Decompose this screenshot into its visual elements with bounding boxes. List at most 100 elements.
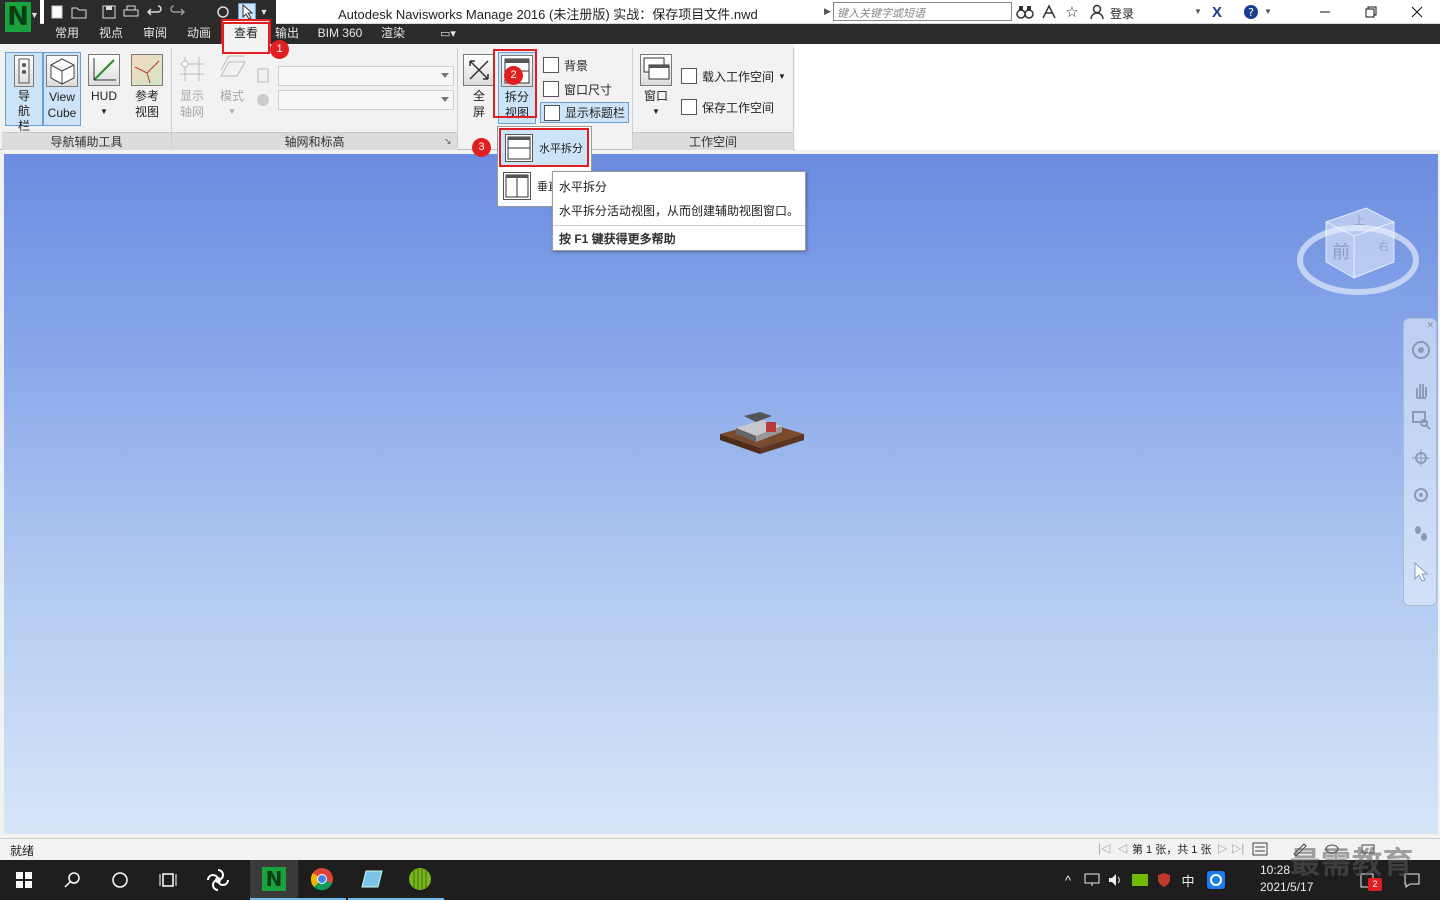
windows-button[interactable]: 窗口 ▼	[637, 52, 675, 128]
task-view-icon[interactable]	[144, 860, 192, 900]
tooltip-title: 水平拆分	[559, 180, 608, 194]
notepad-app-icon[interactable]	[348, 860, 396, 900]
redo-icon[interactable]	[168, 3, 186, 21]
viewcube-right-face[interactable]: 右	[1378, 238, 1389, 254]
tab-bim360[interactable]: BIM 360	[312, 24, 368, 44]
steering-wheel-icon[interactable]	[1410, 339, 1432, 361]
walk-icon[interactable]	[1410, 523, 1432, 545]
new-file-icon[interactable]	[48, 3, 66, 21]
orbit-icon[interactable]	[1410, 447, 1432, 469]
windows-label: 窗口	[643, 89, 668, 103]
network-icon[interactable]	[1082, 871, 1102, 889]
load-workspace-button[interactable]: 载入工作空间 ▼	[681, 65, 786, 87]
clock-date[interactable]: 2021/5/17	[1260, 880, 1313, 894]
tab-review[interactable]: 审阅	[136, 24, 174, 44]
prev-sheet-icon[interactable]: ◁	[1118, 841, 1127, 855]
last-sheet-icon[interactable]: ▷|	[1232, 841, 1244, 855]
favorites-star-icon[interactable]: ☆	[1063, 3, 1081, 21]
viewcube-toggle[interactable]: View Cube	[43, 52, 81, 126]
app-menu-button[interactable]: N ▼	[0, 0, 40, 42]
volume-icon[interactable]	[1106, 871, 1126, 889]
tab-viewpoint[interactable]: 视点	[92, 24, 130, 44]
ribbon-options-icon[interactable]: ▭▾	[434, 24, 462, 44]
grid-file-icon	[255, 68, 271, 87]
zoom-window-icon[interactable]	[1410, 409, 1432, 431]
tab-render[interactable]: 渲染	[374, 24, 412, 44]
viewcube-top-face[interactable]: 上	[1354, 212, 1365, 228]
subscription-icon[interactable]	[1040, 3, 1058, 21]
grid-mode-button: 模式 ▼	[213, 52, 251, 128]
panel-launcher-icon[interactable]: ↘	[444, 136, 452, 147]
grid-color-icon	[255, 92, 271, 111]
viewcube-front-face[interactable]: 前	[1332, 238, 1350, 264]
clock-time[interactable]: 10:28	[1260, 863, 1290, 877]
help-icon[interactable]: ?	[1242, 3, 1260, 21]
scene-viewport[interactable]: 前 上 右	[4, 154, 1438, 834]
hud-button[interactable]: HUD ▼	[85, 52, 123, 128]
next-sheet-icon[interactable]: ▷	[1218, 841, 1227, 855]
navbar-label-a: 导航栏	[17, 89, 30, 133]
navbar-close-icon[interactable]: ✕	[1426, 320, 1434, 331]
restore-button[interactable]	[1348, 0, 1394, 24]
pinwheel-app-icon[interactable]	[194, 860, 242, 900]
save-icon[interactable]	[100, 3, 118, 21]
melon-app-icon[interactable]	[396, 860, 444, 900]
ribbon-empty-area	[795, 44, 1440, 150]
search-icon[interactable]	[48, 860, 96, 900]
tray-overflow-icon[interactable]: ^	[1060, 871, 1076, 889]
show-grid-label-b: 轴网	[179, 105, 204, 119]
select-pointer-icon[interactable]	[238, 3, 256, 21]
binoculars-icon[interactable]	[1016, 3, 1034, 21]
vertical-split-icon	[503, 172, 531, 200]
step-badge-2: 2	[504, 66, 523, 85]
nvidia-icon[interactable]	[1130, 871, 1150, 889]
menu-item-horizontal-split[interactable]: 水平拆分	[499, 128, 589, 167]
print-icon[interactable]	[122, 3, 140, 21]
look-around-icon[interactable]	[1410, 485, 1432, 507]
reference-views-label-a: 参考	[134, 89, 159, 103]
save-workspace-icon	[681, 99, 697, 115]
navigation-bar: ✕	[1403, 318, 1437, 606]
window-size-button[interactable]: 窗口尺寸	[543, 78, 612, 100]
navisworks-taskbar-icon[interactable]: N	[250, 860, 298, 900]
close-button[interactable]	[1394, 0, 1440, 24]
pan-hand-icon[interactable]	[1410, 379, 1432, 401]
exchange-apps-icon[interactable]: X	[1208, 3, 1226, 21]
select-arrow-icon[interactable]	[1410, 561, 1432, 583]
highlight-view-tab	[222, 22, 270, 54]
grid-mode-icon	[216, 54, 248, 86]
show-title-bar-toggle[interactable]: 显示标题栏	[540, 102, 630, 123]
login-dropdown-icon[interactable]: ▼	[1194, 7, 1202, 16]
minimize-button[interactable]	[1302, 0, 1348, 24]
help-dropdown-icon[interactable]: ▼	[1264, 7, 1272, 16]
tab-animation[interactable]: 动画	[180, 24, 218, 44]
cortana-icon[interactable]	[96, 860, 144, 900]
background-button[interactable]: 背景	[543, 54, 588, 76]
refresh-icon[interactable]	[214, 3, 232, 21]
sheet-browser-icon[interactable]	[1252, 842, 1268, 859]
background-icon	[543, 57, 559, 73]
open-file-icon[interactable]	[70, 3, 88, 21]
reference-views-button[interactable]: 参考 视图	[128, 52, 166, 128]
grid-level-combo	[278, 90, 454, 110]
navigation-bar-toggle[interactable]: 导航栏	[5, 52, 43, 133]
building-model[interactable]	[716, 408, 808, 458]
qq-icon[interactable]	[1206, 871, 1226, 889]
security-shield-icon[interactable]	[1154, 871, 1174, 889]
search-input[interactable]: 键入关键字或短语	[833, 2, 1012, 21]
windows-dropdown-icon[interactable]: ▼	[637, 104, 675, 120]
undo-icon[interactable]	[146, 3, 164, 21]
ime-indicator[interactable]: 中	[1178, 871, 1198, 889]
search-expand-icon[interactable]: ▶	[824, 6, 831, 17]
viewcube-widget[interactable]: 前 上 右	[1296, 202, 1422, 298]
login-button[interactable]: 登录	[1110, 5, 1134, 22]
first-sheet-icon[interactable]: |◁	[1098, 841, 1110, 855]
user-icon[interactable]	[1088, 3, 1106, 21]
chrome-icon[interactable]	[298, 860, 346, 900]
tab-home[interactable]: 常用	[48, 24, 86, 44]
customize-qa-chevron-icon[interactable]: ▼	[258, 3, 270, 21]
navisworks-logo-icon: N	[5, 2, 31, 32]
hud-dropdown-icon[interactable]: ▼	[85, 104, 123, 120]
windows-start-icon[interactable]	[0, 860, 48, 900]
save-workspace-button[interactable]: 保存工作空间	[681, 96, 774, 118]
